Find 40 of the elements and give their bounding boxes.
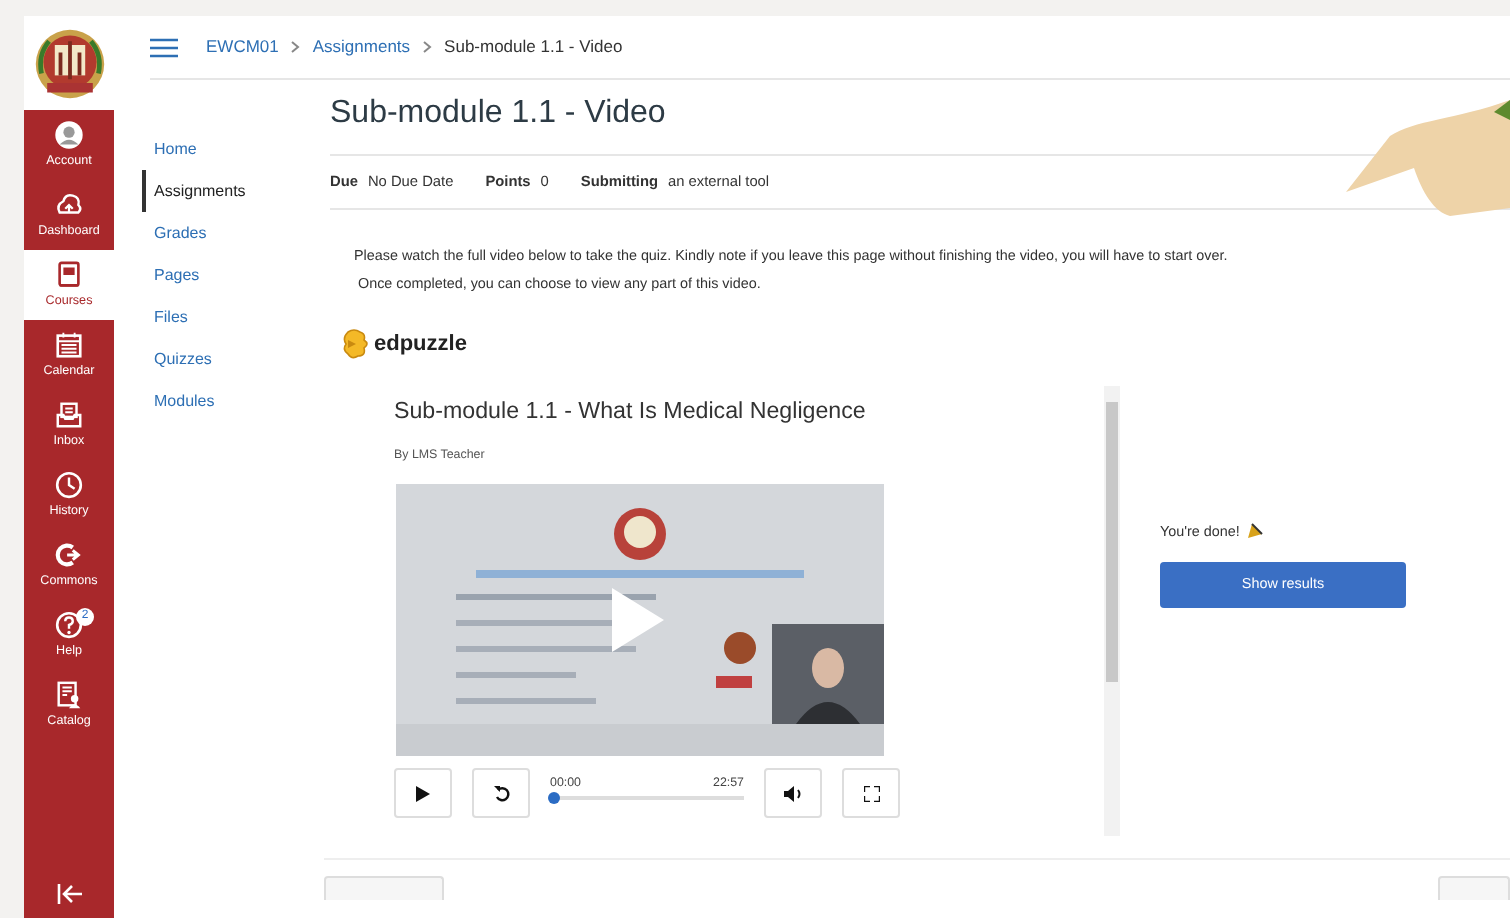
play-icon	[416, 785, 430, 802]
puzzle-icon	[342, 328, 370, 361]
catalog-icon	[54, 679, 84, 710]
logo-icon	[31, 25, 107, 101]
party-icon	[1245, 522, 1264, 541]
dashboard-icon	[54, 189, 84, 220]
course-nav-link[interactable]: Modules	[142, 380, 324, 422]
replay-icon	[493, 785, 509, 802]
volume-button[interactable]	[764, 768, 822, 819]
history-icon	[54, 469, 84, 500]
chevron-icon	[290, 40, 301, 54]
calendar-icon	[54, 329, 84, 360]
page-title: Sub-module 1.1 - Video	[330, 94, 668, 134]
help-icon	[54, 609, 84, 640]
course-nav-link[interactable]: Assignments	[142, 170, 324, 212]
play-button[interactable]	[394, 768, 452, 819]
course-nav-link[interactable]: Home	[142, 128, 324, 170]
course-nav-link[interactable]: Quizzes	[142, 338, 324, 380]
breadcrumb-current: Sub-module 1.1 - Video	[444, 34, 623, 60]
courses-icon	[54, 259, 84, 290]
commons-icon	[54, 539, 84, 570]
fullscreen-icon	[863, 785, 879, 802]
course-nav-link[interactable]: Files	[142, 296, 324, 338]
scrollbar[interactable]	[1104, 385, 1120, 835]
inbox-icon	[54, 399, 84, 430]
replay-button[interactable]	[472, 768, 530, 819]
account-icon	[54, 119, 84, 150]
course-nav-link[interactable]: Grades	[142, 212, 324, 254]
menu-icon[interactable]	[150, 37, 178, 57]
speaker-icon	[783, 785, 803, 802]
breadcrumb-link[interactable]: EWCM01	[206, 34, 279, 60]
breadcrumb-link[interactable]: Assignments	[312, 34, 411, 60]
brand-name: edpuzzle	[374, 330, 467, 360]
play-icon[interactable]	[608, 584, 668, 657]
progress-track[interactable]	[550, 796, 744, 801]
chevron-icon	[422, 40, 433, 54]
progress-thumb[interactable]	[548, 792, 560, 805]
collapse-icon[interactable]	[55, 882, 83, 906]
course-nav-link[interactable]: Pages	[142, 254, 324, 296]
video-title: Sub-module 1.1 - What Is Medical Negligence	[394, 395, 868, 427]
